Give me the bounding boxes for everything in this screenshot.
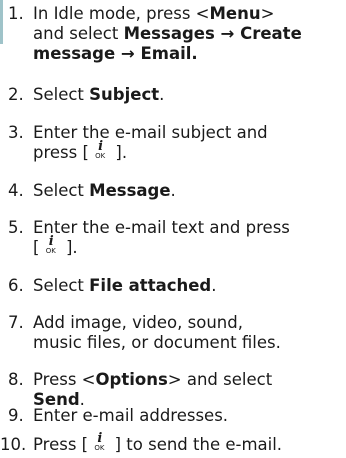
step-3-line-2: press [ i OK ].	[33, 139, 128, 162]
step-1-line-3: message → Email.	[33, 44, 198, 63]
step-10-line-1: Press [ i OK ] to send the e-mail.	[33, 431, 283, 454]
arrow-icon: →	[115, 44, 141, 63]
ok-key-icon: i OK	[94, 431, 105, 452]
subject-label: Subject	[89, 85, 160, 104]
step-8-line-1: Press <Options> and select	[33, 370, 273, 389]
step-5-line-2: [ i OK ].	[33, 234, 78, 257]
step-3-line-1: Enter the e-mail subject and	[33, 123, 268, 142]
page-edge-rule	[0, 0, 3, 44]
step-1-line-2: and select Messages → Create	[33, 24, 302, 43]
ok-key-icon: i OK	[45, 234, 56, 255]
file-attached-label: File attached	[89, 276, 212, 295]
email-label: Email	[140, 44, 192, 63]
step-4-line-1: Select Message.	[33, 181, 176, 200]
step-7-line-2: music files, or document files.	[33, 333, 281, 352]
step-1-line-1: In Idle mode, press <Menu>	[33, 4, 275, 23]
step-number: 10.	[0, 435, 27, 454]
step-9-line-1: Enter e-mail addresses.	[33, 406, 229, 425]
message-label: Message	[89, 181, 171, 200]
create-label: Create	[240, 24, 302, 43]
step-6-line-1: Select File attached.	[33, 276, 217, 295]
step-7-line-1: Add image, video, sound,	[33, 313, 243, 332]
menu-key-label: Menu	[209, 4, 261, 23]
options-key-label: Options	[95, 370, 168, 389]
message-label: message	[33, 44, 116, 63]
arrow-icon: →	[214, 24, 241, 43]
ok-key-icon: i OK	[95, 139, 106, 160]
step-2-line-1: Select Subject.	[33, 85, 165, 104]
step-5-line-1: Enter the e-mail text and press	[33, 218, 290, 237]
messages-menu-label: Messages	[123, 24, 215, 43]
